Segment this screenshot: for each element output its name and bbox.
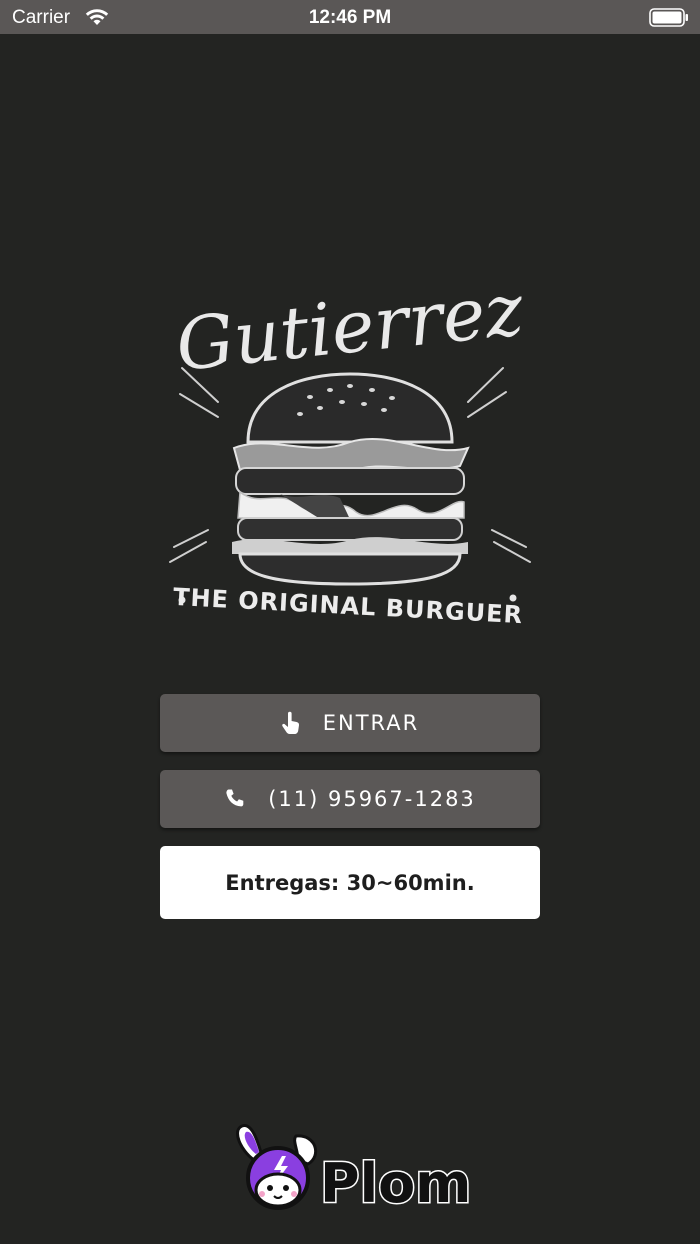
hand-pointer-icon (281, 711, 301, 735)
bunny-mascot (236, 1124, 318, 1210)
phone-button[interactable]: (11) 95967-1283 (160, 770, 540, 828)
phone-icon (224, 788, 246, 810)
logo-tagline: THE ORIGINAL BURGUER (172, 583, 523, 629)
plom-logo: Plom (232, 1120, 473, 1217)
plom-wordmark: Plom (320, 1152, 471, 1212)
brand-logo: Gutierrez THE ORIGINAL BURGUER (150, 262, 550, 662)
phone-number: (11) 95967-1283 (268, 787, 476, 811)
delivery-time-badge: Entregas: 30~60min. (160, 846, 540, 919)
battery-icon (649, 8, 689, 32)
clock: 12:46 PM (308, 7, 392, 28)
logo-brand-script: Gutierrez (172, 267, 528, 387)
enter-label: ENTRAR (322, 711, 420, 735)
enter-button[interactable]: ENTRAR (160, 694, 540, 752)
delivery-time-text: Entregas: 30~60min. (225, 870, 475, 895)
burger-illustration (232, 372, 470, 586)
status-bar: Carrier 12:46 PM (0, 0, 700, 34)
